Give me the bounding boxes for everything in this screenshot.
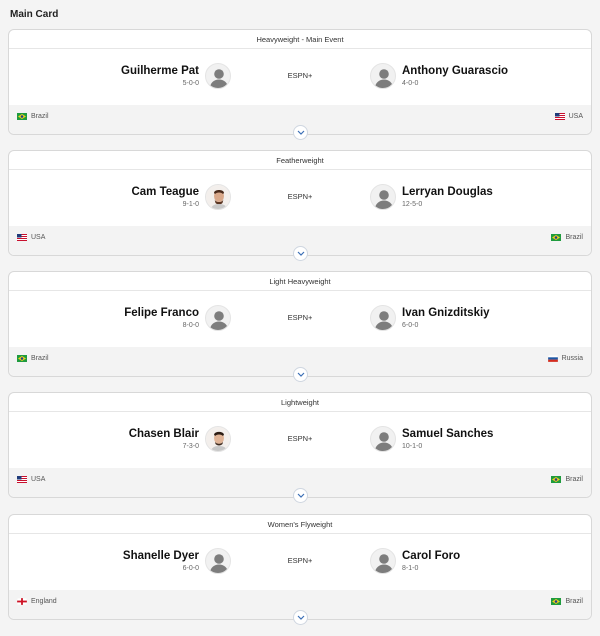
expand-chevron-button[interactable] [293,125,308,140]
brazil-flag-icon [551,234,562,241]
card-footer: Brazil USA [9,105,591,140]
chevron-down-icon [297,130,304,135]
fight-card: Women's Flyweight Shanelle Dyer 6-0-0 ES… [8,514,592,625]
fighter-name-right[interactable]: Anthony Guarascio [402,65,508,77]
fighter-record-left: 5-0-0 [182,80,199,87]
card-footer: USA Brazil [9,226,591,261]
card-footer: USA Brazil [9,468,591,503]
expand-chevron-button[interactable] [293,246,308,261]
avatar-placeholder-icon[interactable] [370,426,396,452]
country-left: England [17,598,57,605]
country-name: Russia [561,355,583,362]
fight-row: Guilherme Pat 5-0-0 ESPN+ Anthony Guaras… [9,49,591,106]
country-name: Brazil [565,598,583,605]
usa-flag-icon [17,234,27,241]
usa-flag-icon [17,476,27,483]
weight-class-label: Lightweight [9,393,591,412]
fighter-name-right[interactable]: Lerryan Douglas [402,186,493,198]
country-left: USA [17,234,45,241]
fighter-record-right: 12-5-0 [402,201,423,208]
avatar-placeholder-icon[interactable] [370,184,396,210]
fighter-record-right: 10-1-0 [402,443,423,450]
fighter-record-right: 4-0-0 [402,80,419,87]
country-left: USA [17,476,45,483]
weight-class-label: Women's Flyweight [9,515,591,534]
fighter-record-left: 8-0-0 [182,322,199,329]
fight-card: Light Heavyweight Felipe Franco 8-0-0 ES… [8,271,592,382]
country-name: England [31,598,57,605]
avatar-placeholder-icon[interactable] [370,63,396,89]
chevron-down-icon [297,251,304,256]
fight-row: Felipe Franco 8-0-0 ESPN+ Ivan Gnizditsk… [9,291,591,348]
country-name: USA [31,234,46,241]
weight-class-label: Featherweight [9,151,591,170]
country-right: Brazil [551,598,583,605]
fighter-name-right[interactable]: Carol Foro [402,550,460,562]
brazil-flag-icon [17,113,27,120]
chevron-down-icon [297,493,304,498]
fight-card: Heavyweight - Main Event Guilherme Pat 5… [8,29,592,140]
country-name: Brazil [565,234,583,241]
fighter-name-right[interactable]: Ivan Gnizditskiy [402,307,490,319]
broadcast-label: ESPN+ [287,556,313,565]
country-name: Brazil [31,113,49,120]
expand-chevron-button[interactable] [293,610,308,625]
broadcast-label: ESPN+ [287,192,313,201]
fight-row: Cam Teague 9-1-0 ESPN+ Lerryan Douglas 1… [9,170,591,227]
country-name: Brazil [565,476,583,483]
fighter-record-right: 8-1-0 [402,565,419,572]
weight-class-label: Heavyweight - Main Event [9,30,591,49]
avatar-placeholder-icon[interactable] [370,548,396,574]
fight-row: Chasen Blair 7-3-0 ESPN+ Samuel Sanches … [9,412,591,469]
country-right: Brazil [551,234,583,241]
fight-card: Lightweight Chasen Blair 7-3-0 ESPN+ Sam… [8,392,592,503]
expand-chevron-button[interactable] [293,488,308,503]
country-name: Brazil [31,355,49,362]
fighter-name-right[interactable]: Samuel Sanches [402,428,493,440]
england-flag-icon [17,598,27,605]
card-footer: Brazil Russia [9,347,591,382]
brazil-flag-icon [551,598,562,605]
brazil-flag-icon [551,476,562,483]
fighter-record-left: 6-0-0 [182,565,199,572]
brazil-flag-icon [17,355,27,362]
russia-flag-icon [547,355,558,362]
fighter-record-left: 9-1-0 [182,201,199,208]
card-footer: England Brazil [9,590,591,625]
country-left: Brazil [17,355,49,362]
usa-flag-icon [554,113,565,120]
chevron-down-icon [297,372,304,377]
fight-card: Featherweight Cam Teague 9-1-0 ESPN+ Ler… [8,150,592,261]
broadcast-label: ESPN+ [287,313,313,322]
broadcast-label: ESPN+ [287,434,313,443]
fighter-record-right: 6-0-0 [402,322,419,329]
country-right: Brazil [551,476,583,483]
country-name: USA [568,113,583,120]
country-left: Brazil [17,113,49,120]
country-right: Russia [547,355,583,362]
fighter-record-left: 7-3-0 [182,443,199,450]
country-right: USA [554,113,583,120]
section-title: Main Card [10,9,59,20]
weight-class-label: Light Heavyweight [9,272,591,291]
expand-chevron-button[interactable] [293,367,308,382]
fight-row: Shanelle Dyer 6-0-0 ESPN+ Carol Foro 8-1… [9,534,591,591]
avatar-placeholder-icon[interactable] [370,305,396,331]
country-name: USA [31,476,46,483]
chevron-down-icon [297,615,304,620]
